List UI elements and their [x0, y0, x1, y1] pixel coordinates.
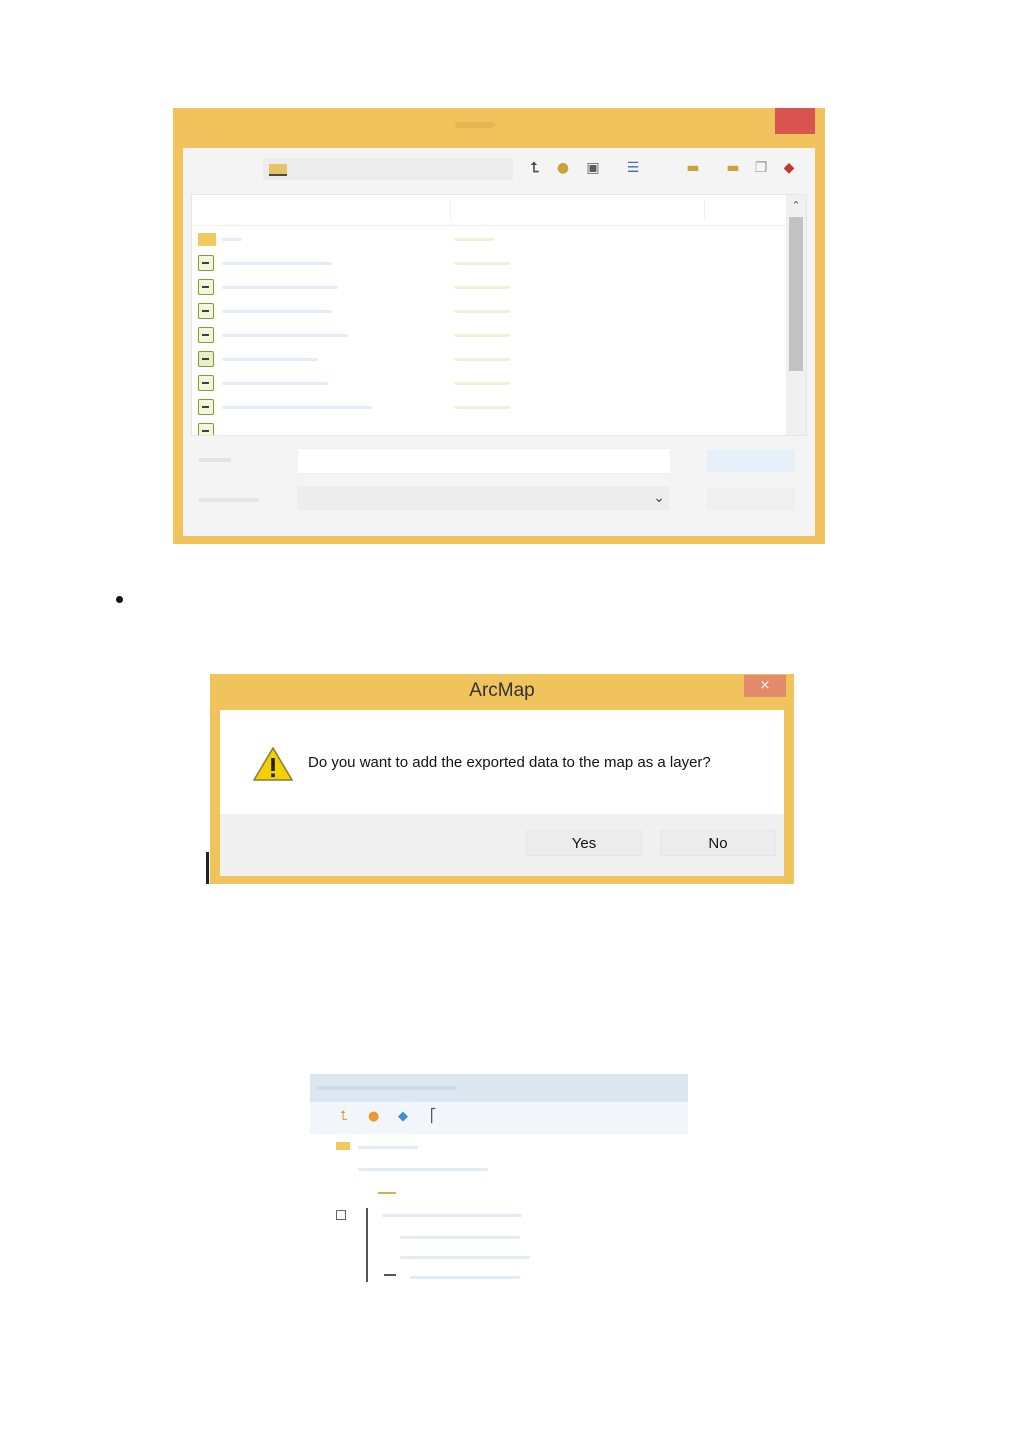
close-button[interactable]: [775, 108, 815, 134]
feature-class-icon: [198, 375, 214, 391]
up-one-level-icon[interactable]: ⮤: [525, 158, 545, 178]
list-item[interactable]: [198, 229, 778, 251]
list-item[interactable]: [198, 373, 778, 395]
tree-item-blurred: [400, 1256, 530, 1259]
button-bar: Yes No: [220, 814, 784, 876]
tree-item-blurred: [410, 1276, 520, 1279]
save-as-type-select[interactable]: ⌄: [297, 486, 669, 510]
item-name-blurred: [222, 262, 332, 265]
message-body: Do you want to add the exported data to …: [220, 710, 784, 814]
collapse-icon[interactable]: [336, 1210, 346, 1220]
catalog-titlebar: [310, 1074, 688, 1102]
list-header: [192, 195, 788, 226]
item-type-blurred: [454, 310, 510, 313]
feature-class-icon: [198, 279, 214, 295]
column-separator[interactable]: [450, 199, 451, 221]
name-input[interactable]: [297, 448, 671, 474]
item-name-blurred: [222, 238, 242, 241]
dialog-title: ArcMap: [469, 680, 535, 701]
item-name-blurred: [222, 286, 338, 289]
text-cursor-mark: [206, 852, 209, 884]
no-button[interactable]: No: [660, 830, 776, 856]
connect-folder-icon[interactable]: ◆: [398, 1110, 412, 1124]
list-item[interactable]: [198, 253, 778, 275]
feature-class-icon: [198, 255, 214, 271]
list-item[interactable]: [198, 397, 778, 419]
tree-connector: [384, 1274, 396, 1276]
toggle-contents-icon[interactable]: ⎡: [430, 1110, 444, 1124]
catalog-toolbar: ⮤ ● ◆ ⎡: [310, 1102, 688, 1134]
tree-item-blurred: [400, 1236, 520, 1239]
tree-connector: [366, 1208, 368, 1282]
export-save-dialog: ⮤ ● ▣ ☰ ▬ ▬ ❐ ◆ ⌃ ⌄: [173, 108, 825, 544]
list-item[interactable]: [198, 421, 778, 435]
catalog-title-blurred: [316, 1086, 456, 1090]
item-name-blurred: [222, 382, 328, 385]
new-folder-icon[interactable]: ▬: [723, 158, 743, 178]
list-item[interactable]: [198, 277, 778, 299]
feature-class-icon: [198, 423, 214, 435]
folder-icon: [336, 1142, 350, 1150]
feature-class-icon: [198, 303, 214, 319]
feature-class-icon: [198, 351, 214, 367]
message-text: Do you want to add the exported data to …: [308, 754, 711, 771]
home-icon[interactable]: ●: [368, 1110, 382, 1124]
look-in-dropdown[interactable]: [263, 158, 513, 180]
folder-icon: [198, 233, 216, 246]
feature-class-icon: [198, 327, 214, 343]
item-name-blurred: [222, 310, 332, 313]
item-type-blurred: [454, 262, 510, 265]
folder-icon: [269, 164, 287, 176]
up-one-level-icon[interactable]: ⮤: [340, 1110, 354, 1124]
save-button[interactable]: [707, 450, 795, 472]
dialog-bottom-area: ⌄: [183, 438, 815, 536]
list-item[interactable]: [198, 301, 778, 323]
item-name-blurred: [222, 406, 372, 409]
tree-marker: [378, 1192, 396, 1194]
list-item[interactable]: [198, 349, 778, 371]
list-item[interactable]: [198, 325, 778, 347]
arcmap-message-box: ArcMap × Do you want to add the exported…: [210, 674, 794, 884]
vertical-scrollbar[interactable]: ⌃: [786, 195, 806, 435]
feature-class-icon: [198, 399, 214, 415]
catalog-window: ⮤ ● ◆ ⎡: [310, 1074, 688, 1286]
toolbox-icon[interactable]: ◆: [779, 158, 799, 178]
item-type-blurred: [454, 358, 510, 361]
file-list[interactable]: ⌃: [191, 194, 807, 436]
item-type-blurred: [454, 334, 510, 337]
tree-item-blurred: [358, 1168, 488, 1171]
dialog-client-area: ⮤ ● ▣ ☰ ▬ ▬ ❐ ◆ ⌃ ⌄: [183, 148, 815, 536]
dialog-toolbar: ⮤ ● ▣ ☰ ▬ ▬ ❐ ◆: [183, 148, 815, 192]
scroll-up-icon[interactable]: ⌃: [786, 197, 806, 215]
item-type-blurred: [454, 382, 510, 385]
item-type-blurred: [454, 238, 494, 241]
dialog-title-blurred: [455, 122, 495, 128]
save-as-type-label-blurred: [199, 498, 259, 502]
connect-folder-icon[interactable]: ▣: [583, 158, 603, 178]
item-name-blurred: [222, 358, 318, 361]
column-separator[interactable]: [704, 199, 705, 221]
tree-item-blurred: [382, 1214, 522, 1217]
cancel-button[interactable]: [707, 488, 795, 510]
item-type-blurred: [454, 406, 510, 409]
copy-icon[interactable]: ❐: [751, 158, 771, 178]
scroll-thumb[interactable]: [789, 217, 803, 371]
item-type-blurred: [454, 286, 510, 289]
close-button[interactable]: ×: [744, 675, 786, 697]
item-name-blurred: [222, 334, 348, 337]
home-icon[interactable]: ●: [553, 158, 573, 178]
yes-button[interactable]: Yes: [526, 830, 642, 856]
warning-icon: [252, 746, 294, 781]
tree-item-blurred: [358, 1146, 418, 1149]
list-bullet: [116, 596, 123, 603]
chevron-down-icon: ⌄: [653, 490, 665, 506]
name-label-blurred: [199, 458, 231, 462]
folder-icon[interactable]: ▬: [683, 158, 703, 178]
view-options-icon[interactable]: ☰: [623, 158, 643, 178]
